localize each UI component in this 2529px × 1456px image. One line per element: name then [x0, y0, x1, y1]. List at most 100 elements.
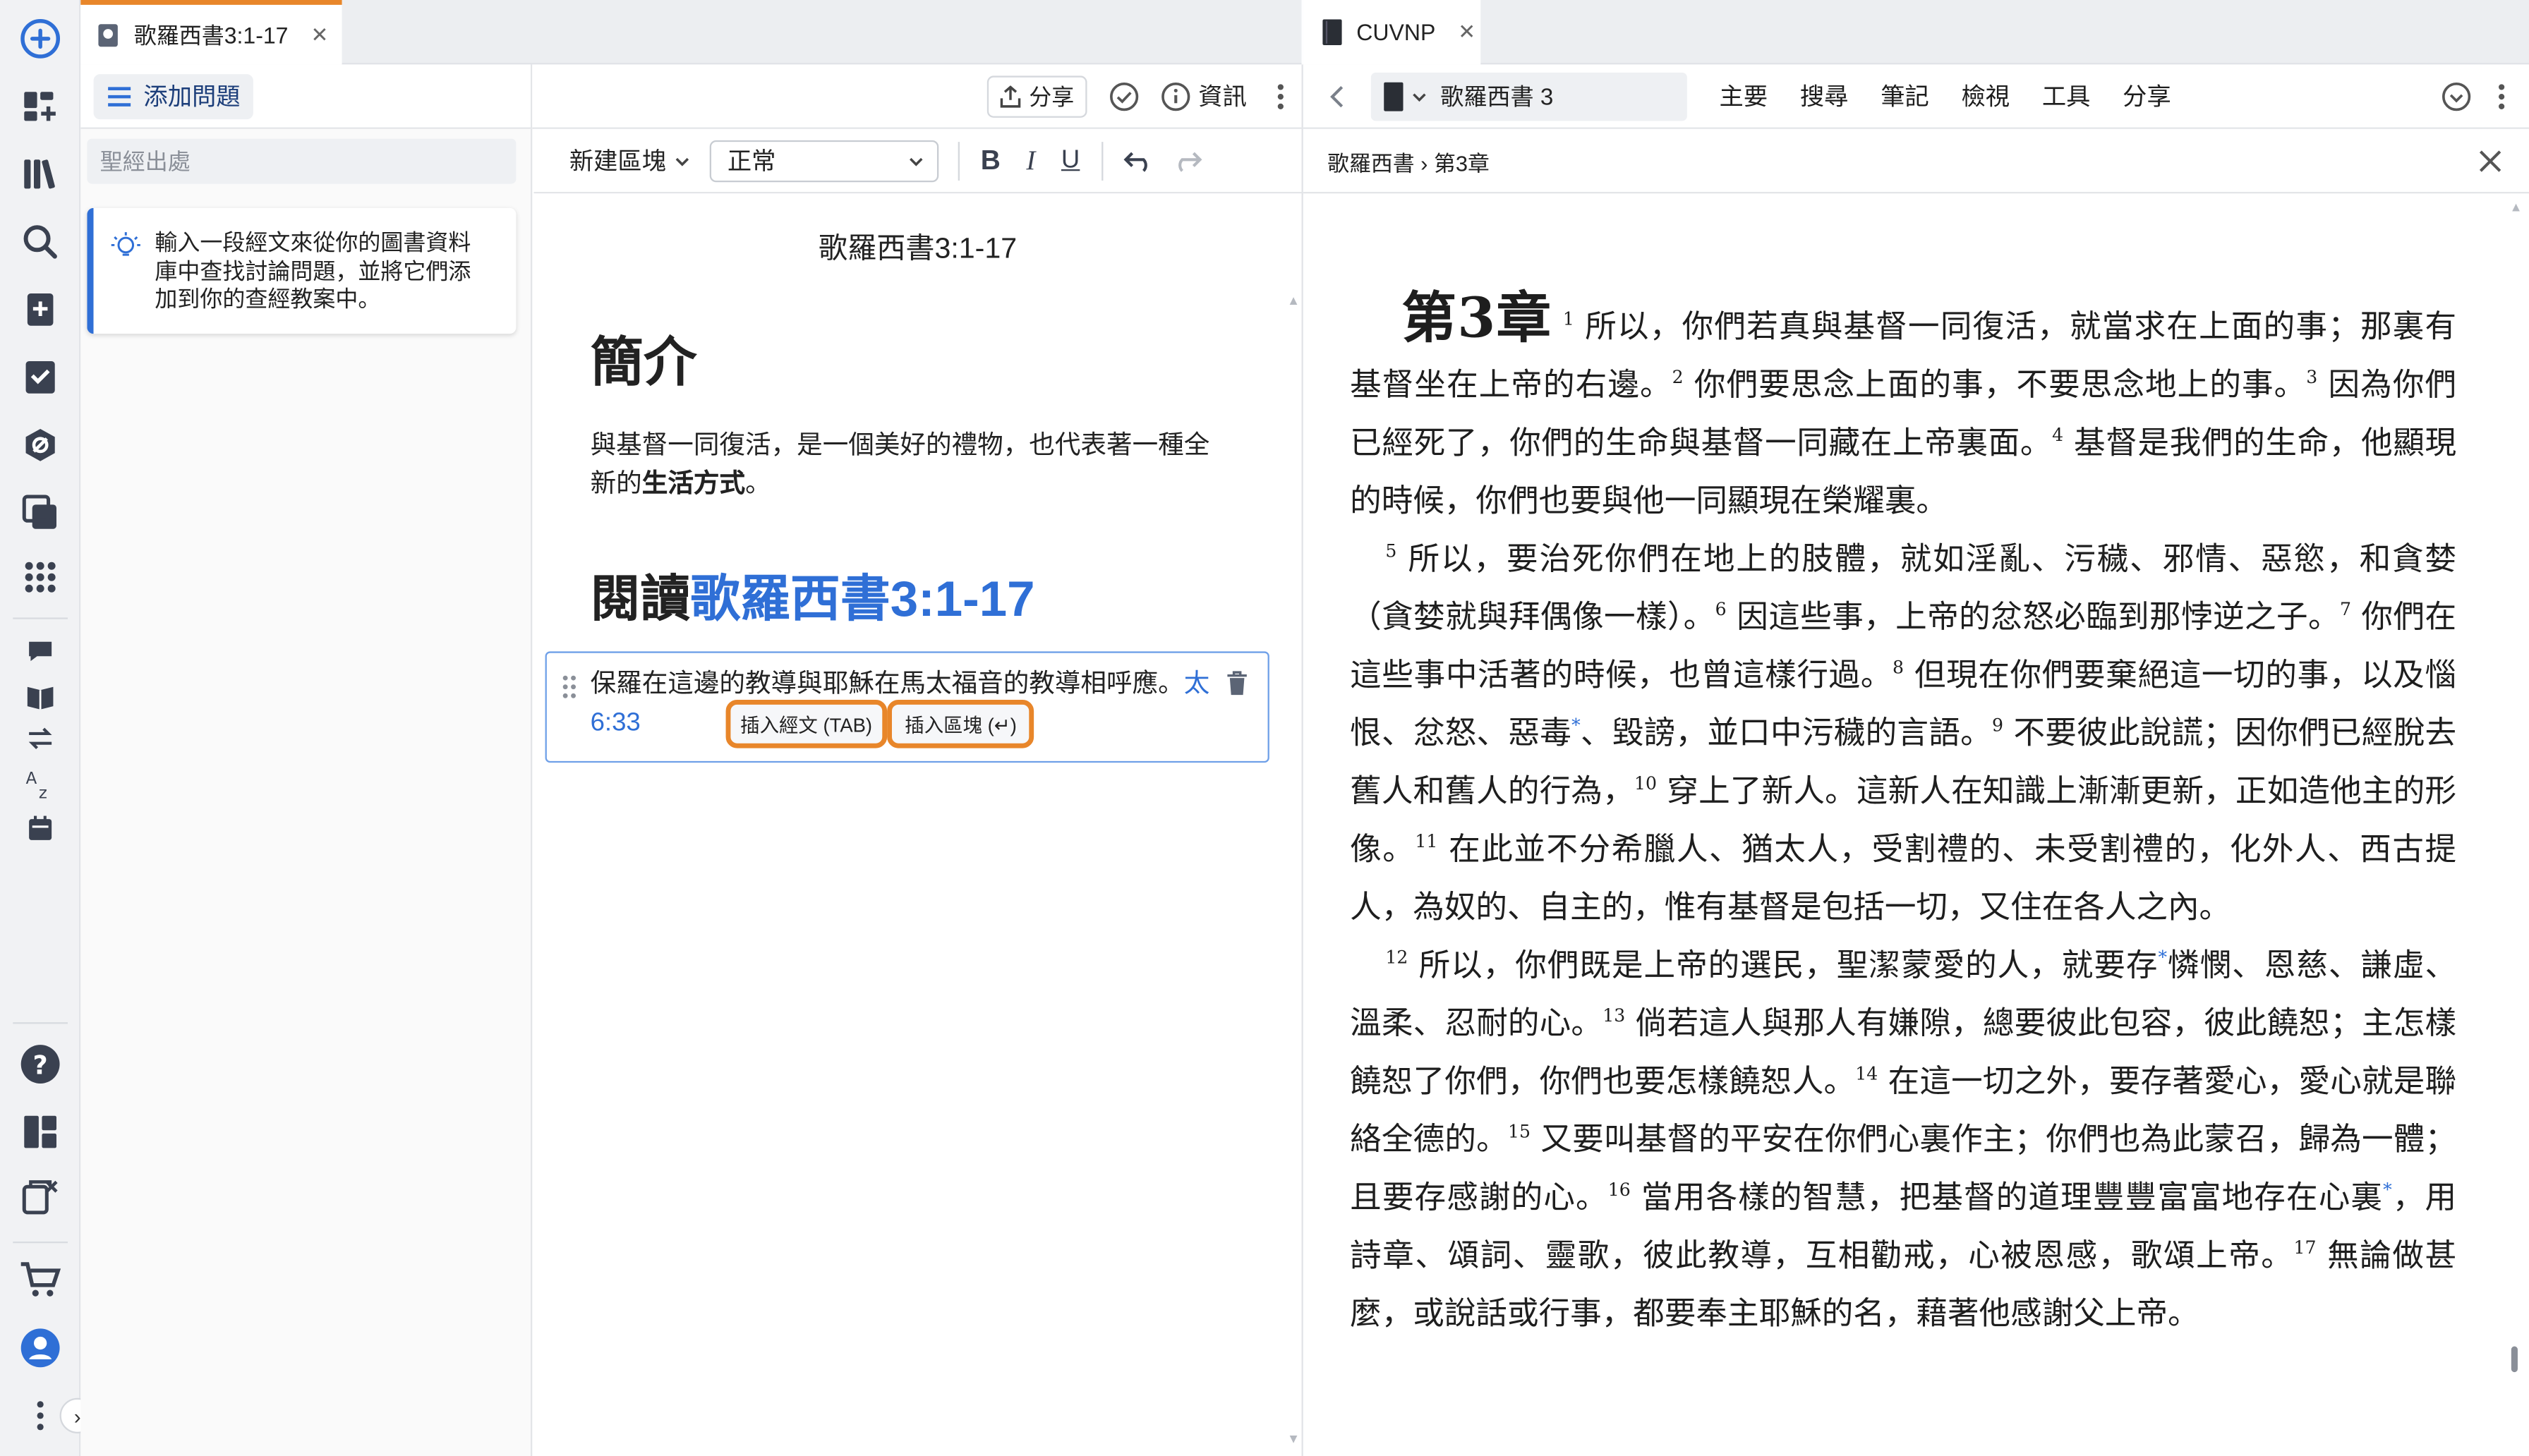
info-icon	[1161, 81, 1190, 111]
check-circle-icon[interactable]	[1109, 81, 1139, 111]
reading-heading[interactable]: 閱讀歌羅西書3:1-17	[591, 558, 1035, 631]
chevron-down-icon	[1413, 92, 1426, 101]
rail-divider-bottom	[13, 1241, 68, 1244]
new-block-dropdown[interactable]: 新建區塊	[569, 143, 690, 177]
verse-11[interactable]: 在此並不分希臘人、猶太人，受割禮的、未受割禮的，化外人、西古提人，為奴的、自主的…	[1350, 830, 2456, 926]
svg-text:?: ?	[33, 1050, 48, 1080]
undo-icon[interactable]	[1122, 149, 1154, 171]
open-book-icon[interactable]	[18, 674, 63, 719]
more-vertical-icon[interactable]	[18, 1393, 63, 1438]
questions-panel: 聖經出處 輸入一段經文來從你的圖書資料庫中查找討論問題，並將它們添加到你的查經教…	[80, 128, 533, 1456]
study-doc-icon	[98, 23, 118, 47]
passage-search-input[interactable]: 聖經出處	[87, 138, 517, 184]
menu-search[interactable]: 搜尋	[1800, 79, 1849, 113]
intro-text-2: 。	[745, 471, 771, 499]
share-label: 分享	[1029, 83, 1075, 109]
scroll-down-arrow[interactable]: ▼	[1287, 1432, 1300, 1447]
tip-text: 輸入一段經文來從你的圖書資料庫中查找討論問題，並將它們添加到你的查經教案中。	[155, 229, 471, 312]
block-text-body: 保羅在這邊的教導與耶穌在馬太福音的教導相呼應。	[590, 670, 1184, 698]
home-search-icon[interactable]	[18, 16, 63, 61]
comment-icon[interactable]	[18, 629, 63, 674]
reading-reference-link[interactable]: 歌羅西書3:1-17	[690, 571, 1034, 627]
menu-main[interactable]: 主要	[1720, 79, 1768, 113]
redo-icon[interactable]	[1170, 149, 1202, 171]
dashboard-add-icon[interactable]	[18, 84, 63, 129]
delete-trash-icon[interactable]	[1226, 671, 1248, 697]
check-circle-icon	[2442, 81, 2471, 111]
lightbulb-icon	[111, 232, 140, 256]
cart-icon[interactable]	[18, 1258, 63, 1303]
more-options-icon[interactable]	[1276, 81, 1286, 110]
new-block-label: 新建區塊	[569, 148, 667, 176]
book-selector[interactable]: 歌羅西書 3	[1370, 71, 1687, 121]
library-icon[interactable]	[18, 152, 63, 197]
more-options-icon[interactable]	[2497, 81, 2506, 110]
close-icon[interactable]	[2479, 149, 2501, 171]
scrollbar[interactable]: ▲	[2505, 195, 2524, 1456]
layout-icon[interactable]	[18, 1110, 63, 1155]
close-panels-icon[interactable]	[18, 1174, 63, 1219]
intro-heading[interactable]: 簡介	[591, 320, 697, 397]
verse-2[interactable]: 你們要思念上面的事，不要思念地上的事。	[1694, 366, 2306, 404]
calendar-icon[interactable]	[18, 806, 63, 851]
menu-share[interactable]: 分享	[2123, 79, 2171, 113]
sync-status-button[interactable]	[2442, 81, 2471, 111]
book-selector-label: 歌羅西書 3	[1440, 85, 1554, 111]
tab-bible[interactable]: CUVNP ✕	[1303, 0, 1481, 65]
paragraph-style-select[interactable]: 正常	[709, 139, 939, 182]
scroll-up-arrow[interactable]: ▲	[2510, 200, 2523, 214]
verse-number: 1	[1562, 308, 1574, 330]
scroll-up-arrow[interactable]: ▲	[1287, 293, 1300, 308]
verse-number: 8	[1893, 657, 1905, 679]
chevron-down-icon	[910, 157, 923, 166]
bible-book-icon	[1322, 19, 1342, 45]
drag-handle-icon[interactable]	[561, 674, 577, 700]
footnote-marker[interactable]: *	[2383, 1179, 2392, 1201]
share-button[interactable]: 分享	[986, 75, 1087, 117]
checklist-icon[interactable]	[18, 355, 63, 400]
tab-study-guide[interactable]: 歌羅西書3:1-17 ✕	[80, 0, 342, 65]
toolbar-divider	[1101, 140, 1103, 180]
verse-number: 9	[1991, 715, 2003, 736]
insert-block-button[interactable]: 插入區塊 (↵)	[887, 699, 1035, 748]
sermon-icon[interactable]	[18, 423, 63, 468]
active-block[interactable]: 保羅在這邊的教導與耶穌在馬太福音的教導相呼應。太6:33 插入經文 (TAB) …	[545, 651, 1269, 763]
info-label: 資訊	[1198, 83, 1247, 111]
menu-view[interactable]: 檢視	[1962, 79, 2010, 113]
bold-icon[interactable]: B	[981, 145, 1001, 177]
italic-icon[interactable]: I	[1026, 145, 1035, 177]
sort-az-icon[interactable]: Az	[18, 761, 63, 806]
paragraph-1: 第3章 1 所以，你們若真與基督一同復活，就當求在上面的事；那裏有基督坐在上帝的…	[1350, 292, 2456, 530]
breadcrumb[interactable]: 歌羅西書 › 第3章	[1327, 145, 1490, 177]
chapter-body: 第3章 1 所以，你們若真與基督一同復活，就當求在上面的事；那裏有基督坐在上帝的…	[1350, 292, 2456, 1343]
document-title[interactable]: 歌羅西書3:1-17	[534, 226, 1302, 267]
search-icon[interactable]	[18, 219, 63, 265]
compare-icon[interactable]	[18, 716, 63, 761]
verse-number: 14	[1855, 1063, 1878, 1085]
verse-number: 4	[2052, 425, 2064, 446]
info-button[interactable]: 資訊	[1161, 79, 1247, 113]
bible-text-view: 第3章 1 所以，你們若真與基督一同復活，就當求在上面的事；那裏有基督坐在上帝的…	[1303, 195, 2529, 1456]
verse-number: 10	[1634, 772, 1657, 794]
insert-verse-button[interactable]: 插入經文 (TAB)	[725, 699, 887, 748]
account-avatar-icon[interactable]	[18, 1325, 63, 1371]
layers-icon[interactable]	[18, 490, 63, 535]
scrollbar-thumb[interactable]	[2511, 1346, 2518, 1373]
help-icon[interactable]: ?	[18, 1042, 63, 1087]
verse-number: 5	[1385, 540, 1397, 562]
menu-notes[interactable]: 筆記	[1881, 79, 1929, 113]
add-question-button[interactable]: 添加問題	[93, 73, 253, 119]
bible-toolbar: 歌羅西書 3 主要 搜尋 筆記 檢視 工具 分享	[1303, 64, 2529, 129]
intro-paragraph[interactable]: 與基督一同復活，是一個美好的禮物，也代表著一種全新的生活方式。	[591, 427, 1219, 505]
close-tab-icon[interactable]: ✕	[1458, 19, 1475, 45]
close-tab-icon[interactable]: ✕	[310, 22, 328, 48]
underline-icon[interactable]: U	[1061, 146, 1080, 175]
bible-add-icon[interactable]	[18, 287, 63, 332]
verse-6[interactable]: 因這些事，上帝的忿怒必臨到那悖逆之子。	[1737, 598, 2340, 636]
apps-grid-icon[interactable]	[18, 554, 63, 600]
verse-number: 17	[2293, 1237, 2317, 1258]
menu-tools[interactable]: 工具	[2042, 79, 2091, 113]
back-arrow-icon[interactable]	[1329, 83, 1345, 109]
footnote-marker[interactable]: *	[2158, 947, 2167, 969]
footnote-marker[interactable]: *	[1571, 715, 1581, 736]
